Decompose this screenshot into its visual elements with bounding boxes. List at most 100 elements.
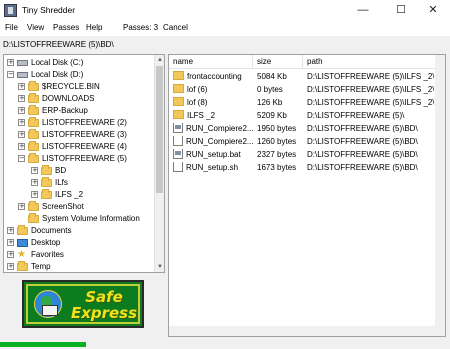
expand-icon[interactable]: + bbox=[18, 83, 25, 91]
batch-file-icon bbox=[173, 149, 183, 160]
envelope-icon bbox=[42, 305, 58, 316]
progress-bar bbox=[0, 342, 86, 347]
drive-icon bbox=[17, 59, 28, 66]
tree-item-bd[interactable]: + BD bbox=[31, 164, 66, 177]
expand-icon[interactable]: + bbox=[31, 191, 38, 199]
tree-item-ilfs-2[interactable]: + ILFS _2 bbox=[31, 188, 83, 201]
expand-icon[interactable]: + bbox=[18, 203, 25, 211]
menu-bar: File View Passes Help Passes: 3 Cancel bbox=[0, 22, 450, 36]
expand-icon[interactable]: + bbox=[18, 143, 25, 151]
menu-help[interactable]: Help bbox=[86, 23, 102, 32]
tree-item-erp-backup[interactable]: + ERP-Backup bbox=[18, 104, 88, 117]
tree-item-listoffreeware-2[interactable]: + LISTOFFREEWARE (2) bbox=[18, 116, 127, 129]
tree-item-temp[interactable]: + Temp bbox=[7, 260, 51, 272]
scroll-up-arrow-icon[interactable]: ▲ bbox=[155, 55, 164, 65]
tree-item-downloads[interactable]: + DOWNLOADS bbox=[18, 92, 94, 105]
file-icon bbox=[173, 162, 183, 173]
folder-icon bbox=[173, 84, 184, 94]
expand-icon[interactable]: + bbox=[7, 263, 14, 271]
logo-text-express: Express bbox=[70, 304, 138, 322]
tree-item-screenshot[interactable]: + ScreenShot bbox=[18, 200, 84, 213]
expand-icon[interactable]: + bbox=[18, 95, 25, 103]
tree-item-recycle-bin[interactable]: + $RECYCLE.BIN bbox=[18, 80, 100, 93]
folder-icon bbox=[173, 97, 184, 107]
safe-express-logo[interactable]: Safe Express bbox=[22, 280, 144, 328]
collapse-icon[interactable]: − bbox=[7, 71, 14, 79]
tree-item-favorites[interactable]: + ★ Favorites bbox=[7, 249, 64, 261]
table-row[interactable]: ILFS _2 5209 Kb D:\LISTOFFREEWARE (5)\ bbox=[169, 110, 445, 122]
column-header-path[interactable]: path bbox=[303, 55, 445, 69]
minimize-button[interactable]: — bbox=[346, 0, 380, 22]
table-row[interactable]: RUN_setup.bat 2327 bytes D:\LISTOFFREEWA… bbox=[169, 149, 445, 161]
tree-item-listoffreeware-5[interactable]: − LISTOFFREEWARE (5) bbox=[18, 152, 127, 165]
folder-icon bbox=[173, 110, 184, 120]
tree-item-local-disk-d[interactable]: − Local Disk (D:) bbox=[7, 69, 83, 81]
folder-icon bbox=[17, 224, 28, 235]
desktop-icon bbox=[17, 238, 28, 247]
collapse-icon[interactable]: − bbox=[18, 155, 25, 163]
file-list[interactable]: name size path frontaccounting 5084 Kb D… bbox=[168, 54, 446, 337]
file-icon bbox=[173, 136, 183, 147]
column-header-size[interactable]: size bbox=[253, 55, 303, 69]
tree-item-listoffreeware-4[interactable]: + LISTOFFREEWARE (4) bbox=[18, 140, 127, 153]
folder-icon bbox=[28, 152, 39, 163]
expand-icon[interactable]: + bbox=[7, 239, 14, 247]
folder-tree[interactable]: + Local Disk (C:) − Local Disk (D:) + $RECY… bbox=[3, 54, 165, 273]
path-bar: D:\LISTOFFREEWARE (5)\BD\ bbox=[0, 38, 450, 52]
folder-icon bbox=[17, 260, 28, 271]
expand-icon[interactable]: + bbox=[31, 179, 38, 187]
status-bar bbox=[0, 340, 450, 349]
title-bar: Tiny Shredder — ☐ ✕ bbox=[0, 0, 450, 22]
folder-icon bbox=[28, 116, 39, 127]
scroll-down-arrow-icon[interactable]: ▼ bbox=[155, 262, 164, 272]
file-list-vertical-scrollbar[interactable] bbox=[435, 55, 445, 336]
tree-item-system-volume-information[interactable]: System Volume Information bbox=[18, 212, 140, 225]
file-list-horizontal-scrollbar[interactable] bbox=[169, 326, 435, 336]
passes-count-label: Passes: 3 bbox=[123, 23, 159, 32]
folder-icon bbox=[41, 188, 52, 199]
tree-scrollbar-thumb[interactable] bbox=[156, 66, 163, 193]
folder-icon bbox=[41, 164, 52, 175]
close-button[interactable]: ✕ bbox=[416, 0, 450, 22]
table-row[interactable]: RUN_Compiere2... 1950 bytes D:\LISTOFFRE… bbox=[169, 123, 445, 135]
maximize-button[interactable]: ☐ bbox=[384, 0, 418, 22]
file-list-header: name size path bbox=[169, 55, 445, 69]
folder-icon bbox=[41, 176, 52, 187]
app-icon bbox=[4, 4, 17, 17]
expand-icon[interactable]: + bbox=[18, 107, 25, 115]
column-header-name[interactable]: name bbox=[169, 55, 253, 69]
table-row[interactable]: RUN_Compiere2... 1260 bytes D:\LISTOFFRE… bbox=[169, 136, 445, 148]
batch-file-icon bbox=[173, 123, 183, 134]
menu-passes[interactable]: Passes bbox=[53, 23, 79, 32]
folder-icon bbox=[28, 92, 39, 103]
tree-item-local-disk-c[interactable]: + Local Disk (C:) bbox=[7, 57, 83, 69]
drive-icon bbox=[17, 71, 28, 78]
tree-item-ilfs[interactable]: + ILfs bbox=[31, 176, 68, 189]
folder-icon bbox=[28, 80, 39, 91]
table-row[interactable]: frontaccounting 5084 Kb D:\LISTOFFREEWAR… bbox=[169, 71, 445, 83]
cancel-button[interactable]: Cancel bbox=[163, 23, 188, 32]
current-path: D:\LISTOFFREEWARE (5)\BD\ bbox=[3, 40, 114, 49]
expand-icon[interactable]: + bbox=[18, 131, 25, 139]
menu-view[interactable]: View bbox=[27, 23, 44, 32]
expand-icon[interactable]: + bbox=[18, 119, 25, 127]
expand-icon[interactable]: + bbox=[7, 251, 14, 259]
tree-item-desktop[interactable]: + Desktop bbox=[7, 237, 60, 249]
table-row[interactable]: lof (8) 126 Kb D:\LISTOFFREEWARE (5)\ILF… bbox=[169, 97, 445, 109]
folder-icon bbox=[28, 128, 39, 139]
table-row[interactable]: lof (6) 0 bytes D:\LISTOFFREEWARE (5)\IL… bbox=[169, 84, 445, 96]
folder-icon bbox=[28, 212, 39, 223]
tree-item-listoffreeware-3[interactable]: + LISTOFFREEWARE (3) bbox=[18, 128, 127, 141]
menu-file[interactable]: File bbox=[5, 23, 18, 32]
logo-text-safe: Safe bbox=[85, 288, 123, 306]
expand-icon[interactable]: + bbox=[31, 167, 38, 175]
tree-scrollbar[interactable]: ▲ ▼ bbox=[154, 55, 164, 272]
tree-item-documents[interactable]: + Documents bbox=[7, 224, 71, 237]
expand-icon[interactable]: + bbox=[7, 59, 14, 67]
folder-icon bbox=[28, 200, 39, 211]
window-title: Tiny Shredder bbox=[22, 5, 76, 15]
folder-icon bbox=[173, 71, 184, 81]
folder-icon bbox=[28, 104, 39, 115]
expand-icon[interactable]: + bbox=[7, 227, 14, 235]
table-row[interactable]: RUN_setup.sh 1673 bytes D:\LISTOFFREEWAR… bbox=[169, 162, 445, 174]
